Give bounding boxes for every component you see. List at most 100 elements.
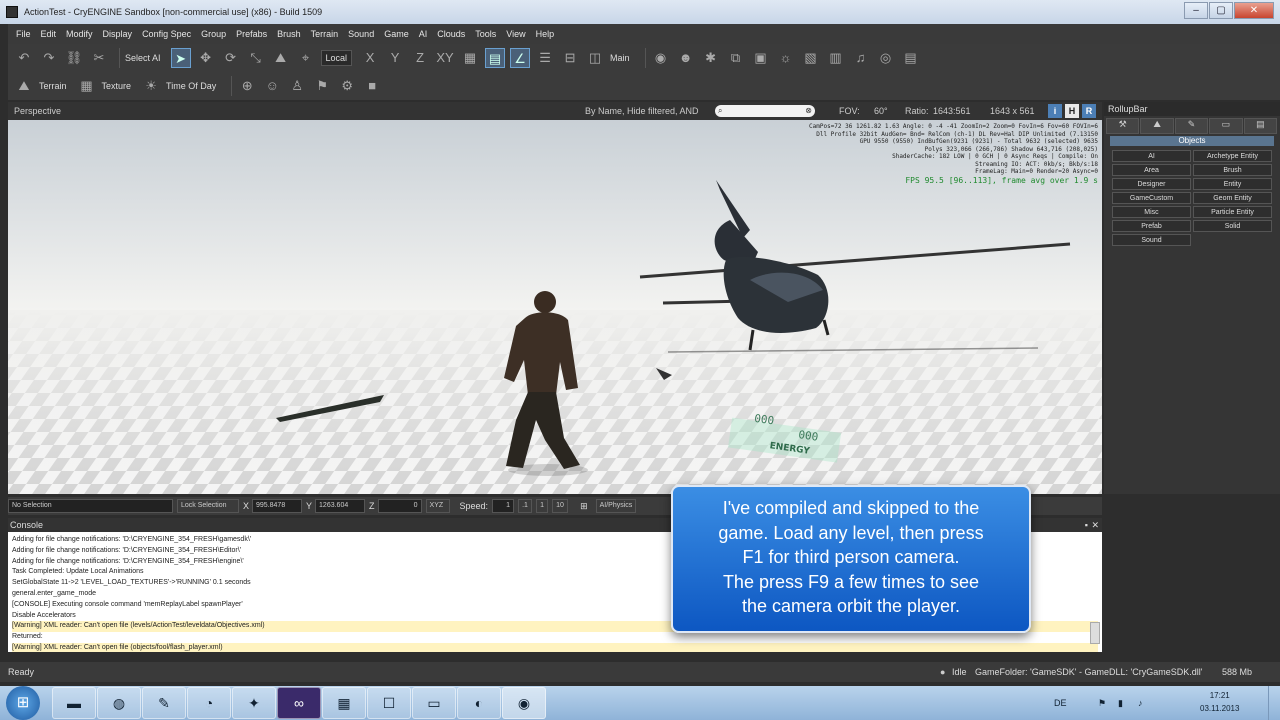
select-ai-dropdown[interactable]: Select AI bbox=[125, 53, 161, 63]
object-type-archetype-entity[interactable]: Archetype Entity bbox=[1193, 150, 1272, 162]
console-float-icon[interactable]: ▪ bbox=[1085, 518, 1088, 532]
game-icon[interactable]: ⚙ bbox=[337, 76, 357, 96]
menu-config-spec[interactable]: Config Spec bbox=[142, 29, 191, 39]
speed-lock-icon[interactable]: ⊞ bbox=[580, 501, 588, 512]
axis-x-button[interactable]: X bbox=[360, 48, 380, 68]
helpers-button[interactable]: H bbox=[1065, 104, 1079, 118]
object-type-misc[interactable]: Misc bbox=[1112, 206, 1191, 218]
ui-editor-icon[interactable]: ◎ bbox=[876, 48, 896, 68]
material-icon[interactable]: ◉ bbox=[651, 48, 671, 68]
ruler-icon[interactable]: ⊟ bbox=[560, 48, 580, 68]
menu-brush[interactable]: Brush bbox=[277, 29, 301, 39]
snap-icon[interactable]: ⌖ bbox=[296, 48, 316, 68]
tab-terrain[interactable]: ⛰ bbox=[1140, 118, 1174, 134]
z-coordinate-input[interactable]: 0 bbox=[377, 499, 422, 513]
menu-terrain[interactable]: Terrain bbox=[311, 29, 339, 39]
console-scrollbar[interactable] bbox=[1090, 622, 1100, 644]
editor-taskbar-icon[interactable]: ✎ bbox=[142, 687, 186, 719]
select-cursor-icon[interactable]: ➤ bbox=[170, 48, 191, 68]
undo-icon[interactable]: ↶ bbox=[14, 48, 34, 68]
grid-snap-icon[interactable]: ▤ bbox=[485, 48, 506, 68]
angle-snap-icon[interactable]: ∠ bbox=[510, 48, 531, 68]
show-desktop-button[interactable] bbox=[1268, 686, 1280, 720]
tab-display[interactable]: ▭ bbox=[1209, 118, 1243, 134]
redo-icon[interactable]: ↷ bbox=[39, 48, 59, 68]
tray-flag-icon[interactable]: ⚑ bbox=[1098, 698, 1106, 709]
objects-header[interactable]: Objects bbox=[1110, 136, 1274, 146]
perspective-viewport[interactable]: 000 000 ENERGY CamPos=72 36 1261.82 1.63… bbox=[8, 120, 1102, 494]
track-view-icon[interactable]: ▥ bbox=[826, 48, 846, 68]
object-type-geom-entity[interactable]: Geom Entity bbox=[1193, 192, 1272, 204]
object-type-area[interactable]: Area bbox=[1112, 164, 1191, 176]
menu-help[interactable]: Help bbox=[536, 29, 555, 39]
maximize-button[interactable]: ▢ bbox=[1209, 2, 1233, 19]
language-indicator[interactable]: DE bbox=[1054, 698, 1067, 708]
stop-icon[interactable]: ■ bbox=[362, 76, 382, 96]
menu-modify[interactable]: Modify bbox=[66, 29, 93, 39]
menu-file[interactable]: File bbox=[16, 29, 31, 39]
flowgraph-icon[interactable]: ⧉ bbox=[726, 48, 746, 68]
axis-z-button[interactable]: Z bbox=[410, 48, 430, 68]
particle-icon[interactable]: ✱ bbox=[701, 48, 721, 68]
tab-layers[interactable]: ▤ bbox=[1243, 118, 1278, 134]
navigation-icon[interactable]: ⚑ bbox=[312, 76, 332, 96]
media-taskbar-icon[interactable]: ▦ bbox=[322, 687, 366, 719]
speed-preset-1[interactable]: 1 bbox=[536, 499, 549, 513]
viewport-type[interactable]: Perspective bbox=[14, 106, 61, 116]
object-type-sound[interactable]: Sound bbox=[1112, 234, 1191, 246]
viewport-filter[interactable]: By Name, Hide filtered, AND bbox=[585, 106, 699, 116]
menu-sound[interactable]: Sound bbox=[348, 29, 374, 39]
image-editor-taskbar-icon[interactable]: ✦ bbox=[232, 687, 276, 719]
x-coordinate-input[interactable]: 995.8478 bbox=[252, 499, 303, 513]
rotate-icon[interactable]: ⟳ bbox=[221, 48, 241, 68]
menu-tools[interactable]: Tools bbox=[475, 29, 496, 39]
info-button[interactable]: i bbox=[1048, 104, 1062, 118]
unlink-icon[interactable]: ✂ bbox=[89, 48, 109, 68]
firefox-taskbar-icon[interactable]: ◍ bbox=[97, 687, 141, 719]
physics-icon[interactable]: ⊕ bbox=[237, 76, 257, 96]
database-icon[interactable]: ▣ bbox=[751, 48, 771, 68]
axis-xy-button[interactable]: XY bbox=[435, 48, 455, 68]
console-close-icon[interactable]: ✕ bbox=[1091, 518, 1099, 532]
object-type-particle-entity[interactable]: Particle Entity bbox=[1193, 206, 1272, 218]
speed-preset-0-1[interactable]: .1 bbox=[518, 499, 533, 513]
time-of-day-button[interactable]: Time Of Day bbox=[166, 81, 216, 91]
xyz-toggle[interactable]: XYZ bbox=[425, 499, 450, 513]
layer-select[interactable]: Main bbox=[610, 53, 630, 63]
object-type-solid[interactable]: Solid bbox=[1193, 220, 1272, 232]
object-type-prefab[interactable]: Prefab bbox=[1112, 220, 1191, 232]
close-button[interactable]: ✕ bbox=[1234, 2, 1274, 19]
object-type-brush[interactable]: Brush bbox=[1193, 164, 1272, 176]
axis-y-button[interactable]: Y bbox=[385, 48, 405, 68]
viewport-search-input[interactable]: ⌕ ⊗ bbox=[715, 105, 815, 117]
lock-selection-button[interactable]: Lock Selection bbox=[177, 499, 239, 513]
menu-view[interactable]: View bbox=[506, 29, 525, 39]
terrain-snap-icon[interactable]: ▦ bbox=[460, 48, 480, 68]
object-type-entity[interactable]: Entity bbox=[1193, 178, 1272, 190]
paint-taskbar-icon[interactable]: ◐ bbox=[457, 687, 501, 719]
move-icon[interactable]: ✥ bbox=[196, 48, 216, 68]
folder-taskbar-icon[interactable]: ▭ bbox=[412, 687, 456, 719]
ai-physics-button[interactable]: AI/Physics bbox=[595, 499, 636, 513]
layers-icon[interactable]: ▤ bbox=[901, 48, 921, 68]
object-type-ai[interactable]: AI bbox=[1112, 150, 1191, 162]
character-icon[interactable]: ☺ bbox=[262, 76, 282, 96]
visual-studio-taskbar-icon[interactable]: ∞ bbox=[277, 687, 321, 719]
terrain-editor-icon[interactable]: ▧ bbox=[801, 48, 821, 68]
speed-preset-10[interactable]: 10 bbox=[552, 499, 569, 513]
terrain-button[interactable]: Terrain bbox=[39, 81, 67, 91]
menu-clouds[interactable]: Clouds bbox=[437, 29, 465, 39]
texture-button[interactable]: Texture bbox=[102, 81, 132, 91]
link-icon[interactable]: ⛓ bbox=[64, 48, 84, 68]
lens-flare-icon[interactable]: ☼ bbox=[776, 48, 796, 68]
start-button[interactable]: ⊞ bbox=[6, 686, 40, 720]
scale-icon[interactable]: ⤡ bbox=[246, 48, 266, 68]
cryengine-taskbar-icon[interactable]: ◉ bbox=[502, 687, 546, 719]
menu-group[interactable]: Group bbox=[201, 29, 226, 39]
ai-icon[interactable]: ♙ bbox=[287, 76, 307, 96]
notes-taskbar-icon[interactable]: ☐ bbox=[367, 687, 411, 719]
system-clock[interactable]: 17:21 03.11.2013 bbox=[1200, 689, 1239, 715]
menu-prefabs[interactable]: Prefabs bbox=[236, 29, 267, 39]
terrain-modify-icon[interactable]: ⛰ bbox=[271, 48, 291, 68]
menu-edit[interactable]: Edit bbox=[41, 29, 57, 39]
